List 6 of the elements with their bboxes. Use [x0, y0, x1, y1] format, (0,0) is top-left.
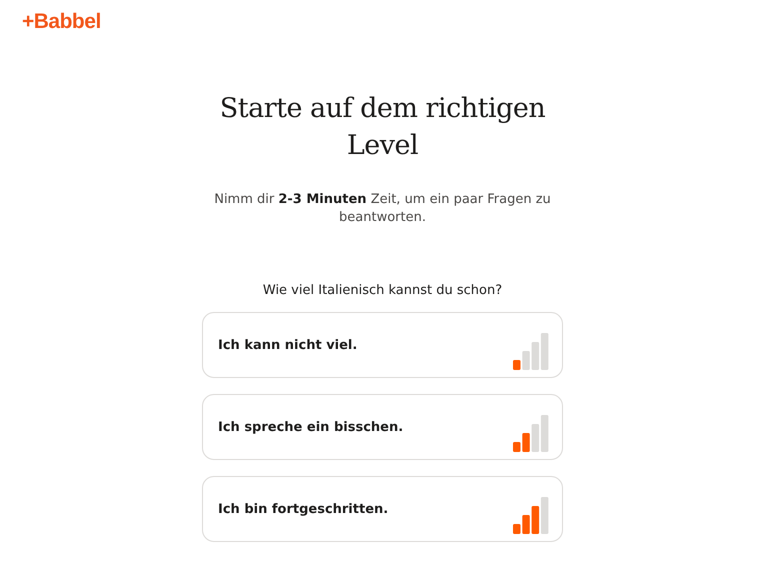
answer-option[interactable]: Ich spreche ein bisschen. [202, 394, 563, 460]
intro-text: Nimm dir 2-3 Minuten Zeit, um ein paar Fragen zu beantworten. [213, 191, 552, 227]
answer-option[interactable]: Ich bin fortgeschritten. [202, 476, 563, 542]
answer-option[interactable]: Ich kann nicht viel. [202, 312, 563, 378]
question-text: Wie viel Italienisch kannst du schon? [262, 283, 502, 298]
page-title: Starte auf dem richtigen Level [218, 92, 546, 163]
